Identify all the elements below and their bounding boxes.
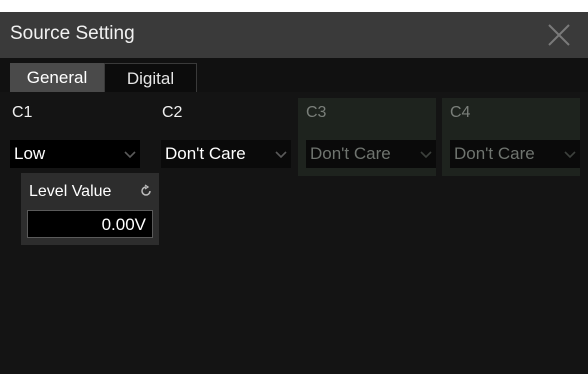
channel-c3-value: Don't Care (310, 144, 391, 163)
channel-c4: C4 Don't Care (442, 98, 580, 176)
tab-general[interactable]: General (10, 63, 104, 92)
channel-c1-value: Low (14, 144, 46, 163)
channel-c3: C3 Don't Care (298, 98, 436, 176)
level-value-text: 0.00V (101, 215, 146, 234)
close-icon[interactable] (546, 22, 572, 48)
chevron-down-icon (273, 146, 289, 162)
level-value-label: Level Value (29, 183, 112, 200)
channel-c2-label: C2 (162, 104, 183, 121)
channel-c1-select[interactable]: Low (10, 140, 140, 168)
tab-digital[interactable]: Digital (104, 63, 197, 92)
channel-c1: C1 Low (0, 98, 140, 176)
chevron-down-icon (562, 146, 578, 162)
source-setting-dialog: Source Setting General Digital C1 Low C2… (0, 12, 588, 374)
general-panel: C1 Low C2 Don't Care C3 Don't Care C4 Do… (0, 92, 588, 374)
channel-c4-label: C4 (450, 104, 471, 121)
channel-c3-label: C3 (306, 104, 327, 121)
chevron-down-icon (122, 146, 138, 162)
channel-c1-label: C1 (12, 104, 33, 121)
channel-c4-value: Don't Care (454, 144, 535, 163)
level-value-group: Level Value 0.00V (21, 173, 159, 245)
level-value-input[interactable]: 0.00V (27, 210, 153, 238)
channel-c2: C2 Don't Care (145, 98, 291, 176)
channel-c2-select[interactable]: Don't Care (161, 140, 291, 168)
channel-c2-value: Don't Care (165, 144, 246, 163)
channel-c3-select[interactable]: Don't Care (306, 140, 436, 168)
channel-c4-select[interactable]: Don't Care (450, 140, 580, 168)
refresh-icon[interactable] (139, 184, 153, 198)
chevron-down-icon (418, 146, 434, 162)
titlebar: Source Setting (0, 12, 588, 58)
dialog-title: Source Setting (10, 23, 135, 44)
tab-bar: General Digital (0, 58, 588, 92)
